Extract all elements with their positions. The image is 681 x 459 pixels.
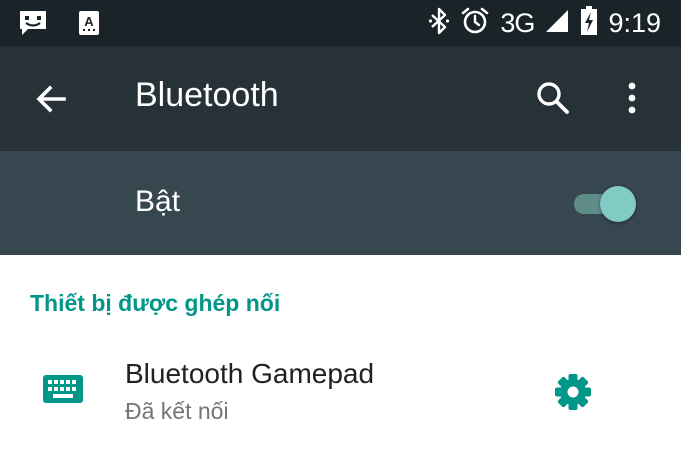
- signal-icon: [544, 8, 570, 38]
- message-notification-icon: [18, 9, 48, 41]
- svg-text:A: A: [84, 14, 94, 29]
- arrow-back-icon[interactable]: [34, 82, 68, 120]
- search-icon[interactable]: [535, 80, 571, 120]
- status-bar: A 3G 9:19: [0, 0, 681, 46]
- status-bar-notifications: A: [18, 9, 100, 41]
- battery-charging-icon: [580, 6, 598, 40]
- device-name: Bluetooth Gamepad: [125, 358, 375, 389]
- alarm-icon: [460, 6, 490, 40]
- status-bar-system: 3G 9:19: [428, 6, 661, 40]
- bluetooth-toggle[interactable]: [572, 184, 638, 222]
- network-type: 3G: [500, 7, 535, 38]
- bluetooth-icon: [428, 7, 450, 39]
- bluetooth-switch-bar[interactable]: Bật: [0, 151, 681, 255]
- keyboard-input-icon: A: [78, 10, 100, 40]
- page-title: Bluetooth: [135, 76, 279, 114]
- toggle-thumb: [600, 186, 636, 222]
- switch-label: Bật: [135, 185, 181, 218]
- gear-icon[interactable]: [553, 372, 593, 416]
- more-vert-icon[interactable]: [620, 80, 644, 120]
- device-status: Đã kết nối: [125, 398, 229, 424]
- clock: 9:19: [608, 7, 661, 38]
- keyboard-icon: [43, 375, 83, 407]
- paired-devices-header: Thiết bị được ghép nối: [30, 290, 281, 316]
- app-toolbar: Bluetooth: [0, 46, 681, 151]
- paired-device-row[interactable]: Bluetooth Gamepad Đã kết nối: [0, 340, 681, 440]
